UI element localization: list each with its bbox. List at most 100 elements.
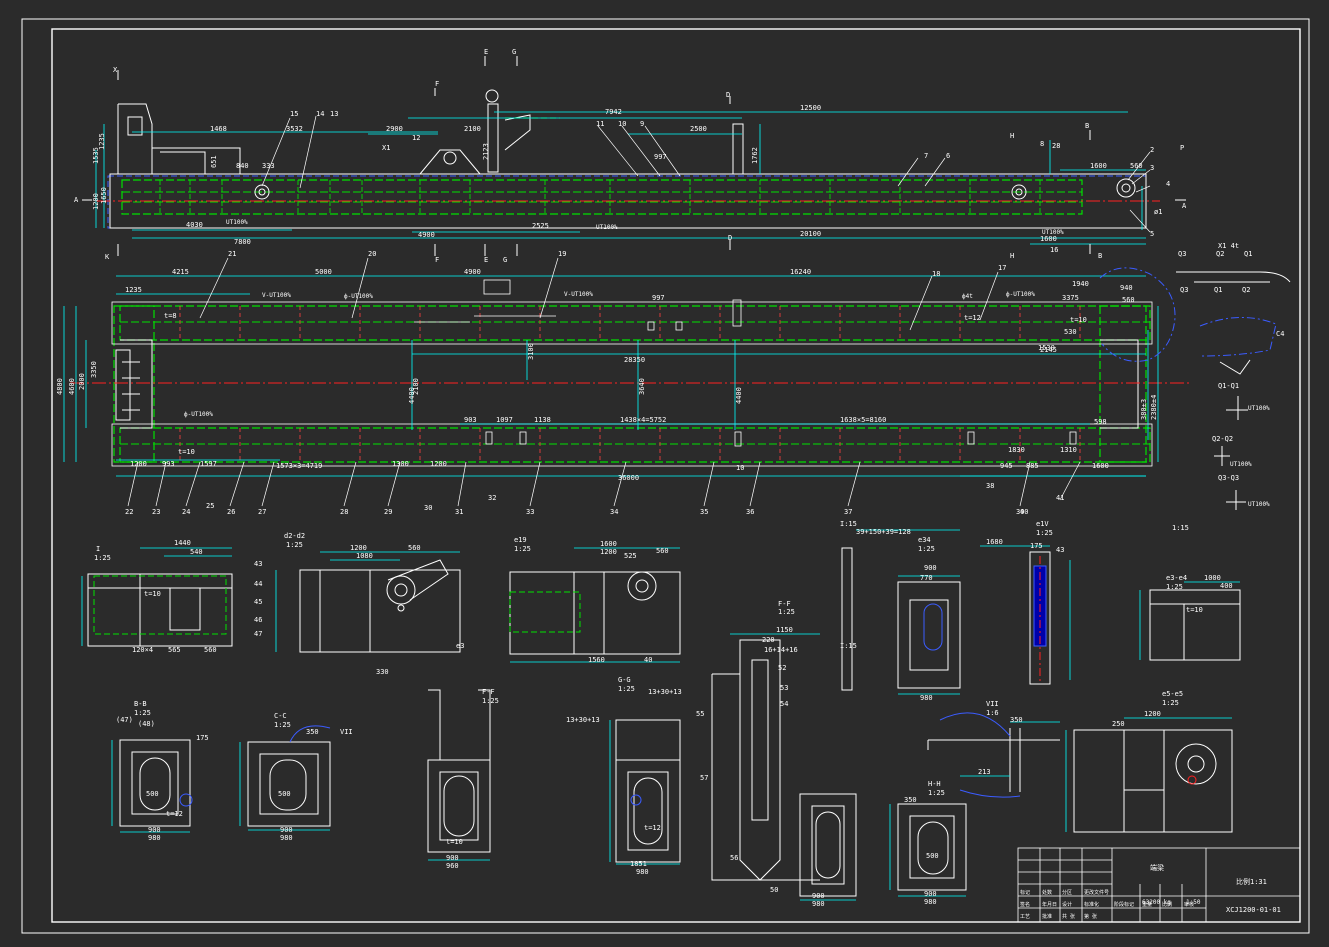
svg-text:2900: 2900 [386,125,403,133]
svg-text:53: 53 [780,684,788,692]
title-block-cell: 标准化 [1084,901,1099,908]
title-drawing-name: 端梁 [1150,863,1164,872]
svg-text:598: 598 [1094,418,1107,426]
svg-text:1600: 1600 [1090,162,1107,170]
svg-text:18: 18 [932,270,940,278]
svg-text:47: 47 [254,630,262,638]
svg-text:560: 560 [408,544,421,552]
svg-text:4600: 4600 [68,378,76,395]
svg-text:1600: 1600 [1040,235,1057,243]
title-block-cell: 年月日 [1042,901,1057,908]
svg-text:e1V: e1V [1036,520,1049,528]
svg-text:(48): (48) [138,720,155,728]
svg-text:1638×5=8160: 1638×5=8160 [840,416,886,424]
svg-text:4030: 4030 [186,221,203,229]
svg-text:UT100%: UT100% [1248,501,1270,508]
svg-text:Q1: Q1 [1214,286,1222,294]
svg-text:F: F [435,256,439,264]
svg-text:1:15: 1:15 [1172,524,1189,532]
svg-text:2380±4: 2380±4 [1150,395,1158,420]
svg-text:43: 43 [254,560,262,568]
cad-drawing: 125007942 35321468 2900 2100 2500997 840 3… [0,0,1329,947]
svg-text:Q2: Q2 [1216,250,1224,258]
svg-text:13+30+13: 13+30+13 [648,688,682,696]
svg-text:1000: 1000 [1204,574,1221,582]
svg-text:B: B [1085,122,1089,130]
svg-text:35: 35 [700,508,708,516]
svg-text:ф-UT100%: ф-UT100% [184,411,213,418]
svg-text:11: 11 [596,120,604,128]
svg-text:13+30+13: 13+30+13 [566,716,600,724]
svg-text:C4: C4 [1276,330,1284,338]
svg-text:1200: 1200 [130,460,147,468]
title-block-cell: 审核 [1184,901,1194,908]
svg-text:1200: 1200 [92,193,100,210]
svg-text:Q3-Q3: Q3-Q3 [1218,474,1239,482]
svg-text:5: 5 [1150,230,1154,238]
svg-text:54: 54 [780,700,788,708]
svg-text:46: 46 [254,616,262,624]
title-scale-text: 比例1:31 [1236,877,1267,886]
svg-text:e5-e5: e5-e5 [1162,690,1183,698]
svg-text:(47): (47) [116,716,133,724]
svg-text:V-UT100%: V-UT100% [262,292,291,299]
svg-text:32: 32 [488,494,496,502]
svg-text:560: 560 [204,646,217,654]
svg-text:21: 21 [228,250,236,258]
svg-text:220: 220 [762,636,775,644]
svg-text:2: 2 [1150,146,1154,154]
svg-text:903: 903 [464,416,477,424]
svg-text:1:25: 1:25 [1036,529,1053,537]
svg-text:20: 20 [368,250,376,258]
title-block-cell: 签名 [1020,901,1030,908]
svg-text:H: H [1010,132,1014,140]
svg-text:15: 15 [290,110,298,118]
title-block-cell: 重量 [1142,901,1152,908]
svg-text:980: 980 [920,694,933,702]
svg-text:B: B [1098,252,1102,260]
svg-text:52: 52 [778,664,786,672]
title-block-cell: 共 张 [1062,913,1075,920]
title-block-cell: 工艺 [1020,914,1030,920]
svg-text:VII: VII [340,728,353,736]
svg-text:40: 40 [1020,508,1028,516]
svg-text:Q1: Q1 [1244,250,1252,258]
svg-text:770: 770 [920,574,933,582]
svg-text:1680: 1680 [986,538,1003,546]
title-block-cell: 更改文件号 [1084,889,1109,896]
svg-text:330: 330 [376,668,389,676]
svg-text:I:15: I:15 [840,520,857,528]
svg-text:960: 960 [446,862,459,870]
svg-text:t=10: t=10 [178,448,195,456]
svg-text:e3-e4: e3-e4 [1166,574,1187,582]
svg-text:3640: 3640 [638,378,646,395]
svg-text:e19: e19 [514,536,527,544]
svg-text:38: 38 [986,482,994,490]
svg-text:525: 525 [624,552,637,560]
svg-text:45: 45 [254,598,262,606]
svg-text:1:25: 1:25 [778,608,795,616]
svg-text:3: 3 [1150,164,1154,172]
svg-text:D: D [726,91,730,99]
svg-text:1150: 1150 [776,626,793,634]
svg-text:530: 530 [1064,328,1077,336]
svg-text:57: 57 [700,774,708,782]
svg-text:1097: 1097 [496,416,513,424]
svg-text:I: I [96,545,100,553]
svg-text:41: 41 [1056,494,1064,502]
svg-text:2000: 2000 [78,373,86,390]
svg-text:1:25: 1:25 [94,554,111,562]
svg-text:1:25: 1:25 [514,545,531,553]
svg-text:F-F: F-F [482,688,495,696]
svg-text:28: 28 [340,508,348,516]
svg-text:8: 8 [1040,140,1044,148]
svg-text:E: E [484,48,488,56]
svg-text:10: 10 [736,464,744,472]
svg-text:V-UT100%: V-UT100% [564,291,593,298]
svg-text:UT100%: UT100% [226,219,248,226]
svg-text:1440: 1440 [174,539,191,547]
svg-text:1:25: 1:25 [1162,699,1179,707]
svg-text:E: E [484,256,488,264]
svg-text:500: 500 [146,790,159,798]
title-block-cell: 处数 [1042,889,1052,896]
